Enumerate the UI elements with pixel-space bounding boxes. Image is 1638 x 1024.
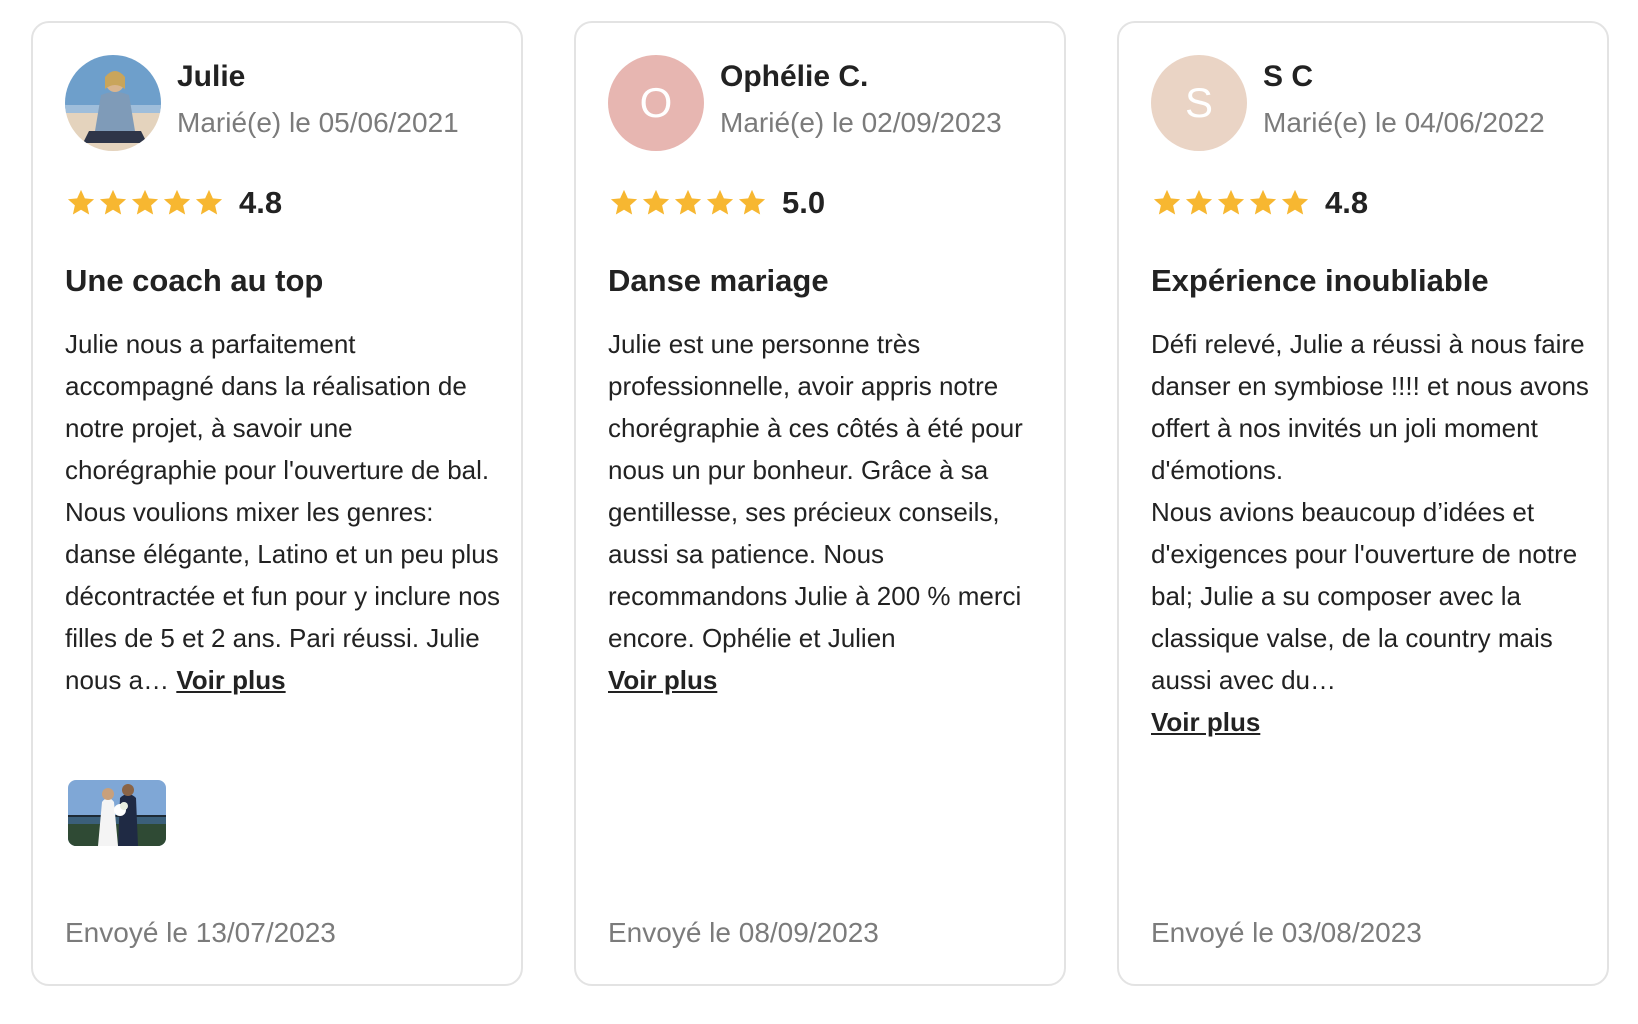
review-title: Danse mariage xyxy=(608,263,829,298)
star-icon xyxy=(99,189,127,215)
rating: 4.8 xyxy=(65,183,282,223)
star-icon xyxy=(706,189,734,215)
star-rating xyxy=(608,187,768,219)
star-icon xyxy=(67,189,95,215)
review-card[interactable]: S S C Marié(e) le 04/06/2022 4.8 Expérie… xyxy=(1117,21,1609,986)
see-more-row: Voir plus xyxy=(1151,701,1591,743)
star-icon xyxy=(642,189,670,215)
reviewer-header: O Ophélie C. Marié(e) le 02/09/2023 xyxy=(608,55,1038,151)
star-icon xyxy=(1281,189,1309,215)
review-text-continued: Nous voulions mixer les genres: danse él… xyxy=(65,491,505,701)
reviewer-name: S C xyxy=(1263,60,1314,93)
review-text: Julie est une personne très professionne… xyxy=(608,329,1023,653)
rating-value: 4.8 xyxy=(1325,185,1369,220)
review-card[interactable]: Julie Marié(e) le 05/06/2021 4.8 Une coa… xyxy=(31,21,523,986)
wedding-date: Marié(e) le 04/06/2022 xyxy=(1263,107,1545,138)
avatar: O xyxy=(608,55,704,151)
star-icon xyxy=(610,189,638,215)
star-rating xyxy=(1151,187,1311,219)
avatar-initial: O xyxy=(639,79,673,126)
review-title: Une coach au top xyxy=(65,263,324,298)
rating: 5.0 xyxy=(608,183,825,223)
star-icon xyxy=(195,189,223,215)
avatar-initial: S xyxy=(1184,79,1213,126)
wedding-date: Marié(e) le 02/09/2023 xyxy=(720,107,1002,138)
review-text: Défi relevé, Julie a réussi à nous faire… xyxy=(1151,329,1589,485)
review-body: Julie est une personne très professionne… xyxy=(608,323,1048,701)
rating-value: 4.8 xyxy=(239,185,283,220)
review-text: Nous avions beaucoup d’idées et d'exigen… xyxy=(1151,497,1578,695)
star-icon xyxy=(1153,189,1181,215)
wedding-date: Marié(e) le 05/06/2021 xyxy=(177,107,459,138)
rating: 4.8 xyxy=(1151,183,1368,223)
star-icon xyxy=(1249,189,1277,215)
review-title: Expérience inoubliable xyxy=(1151,263,1489,298)
star-icon xyxy=(674,189,702,215)
review-body: Défi relevé, Julie a réussi à nous faire… xyxy=(1151,323,1591,743)
sent-date: Envoyé le 08/09/2023 xyxy=(608,917,879,948)
review-body: Julie nous a parfaitement accompagné dan… xyxy=(65,323,505,701)
star-rating xyxy=(65,187,225,219)
star-icon xyxy=(738,189,766,215)
reviewer-name: Ophélie C. xyxy=(720,60,869,93)
reviews-list: Julie Marié(e) le 05/06/2021 4.8 Une coa… xyxy=(0,0,1638,1024)
see-more-link[interactable]: Voir plus xyxy=(1151,707,1260,737)
rating-value: 5.0 xyxy=(782,185,826,220)
review-card[interactable]: O Ophélie C. Marié(e) le 02/09/2023 5.0 … xyxy=(574,21,1066,986)
star-icon xyxy=(1185,189,1213,215)
review-text: Julie nous a parfaitement accompagné dan… xyxy=(65,329,490,485)
sent-date: Envoyé le 13/07/2023 xyxy=(65,917,336,948)
reviewer-name: Julie xyxy=(177,60,246,93)
see-more-row: Voir plus xyxy=(608,659,1048,701)
avatar: S xyxy=(1151,55,1247,151)
reviewer-header: Julie Marié(e) le 05/06/2021 xyxy=(65,55,495,151)
review-photo-thumbnail[interactable] xyxy=(68,780,166,846)
see-more-link[interactable]: Voir plus xyxy=(176,665,285,695)
star-icon xyxy=(163,189,191,215)
avatar xyxy=(65,55,161,151)
star-icon xyxy=(131,189,159,215)
see-more-link[interactable]: Voir plus xyxy=(608,665,717,695)
sent-date: Envoyé le 03/08/2023 xyxy=(1151,917,1422,948)
star-icon xyxy=(1217,189,1245,215)
reviewer-header: S S C Marié(e) le 04/06/2022 xyxy=(1151,55,1581,151)
